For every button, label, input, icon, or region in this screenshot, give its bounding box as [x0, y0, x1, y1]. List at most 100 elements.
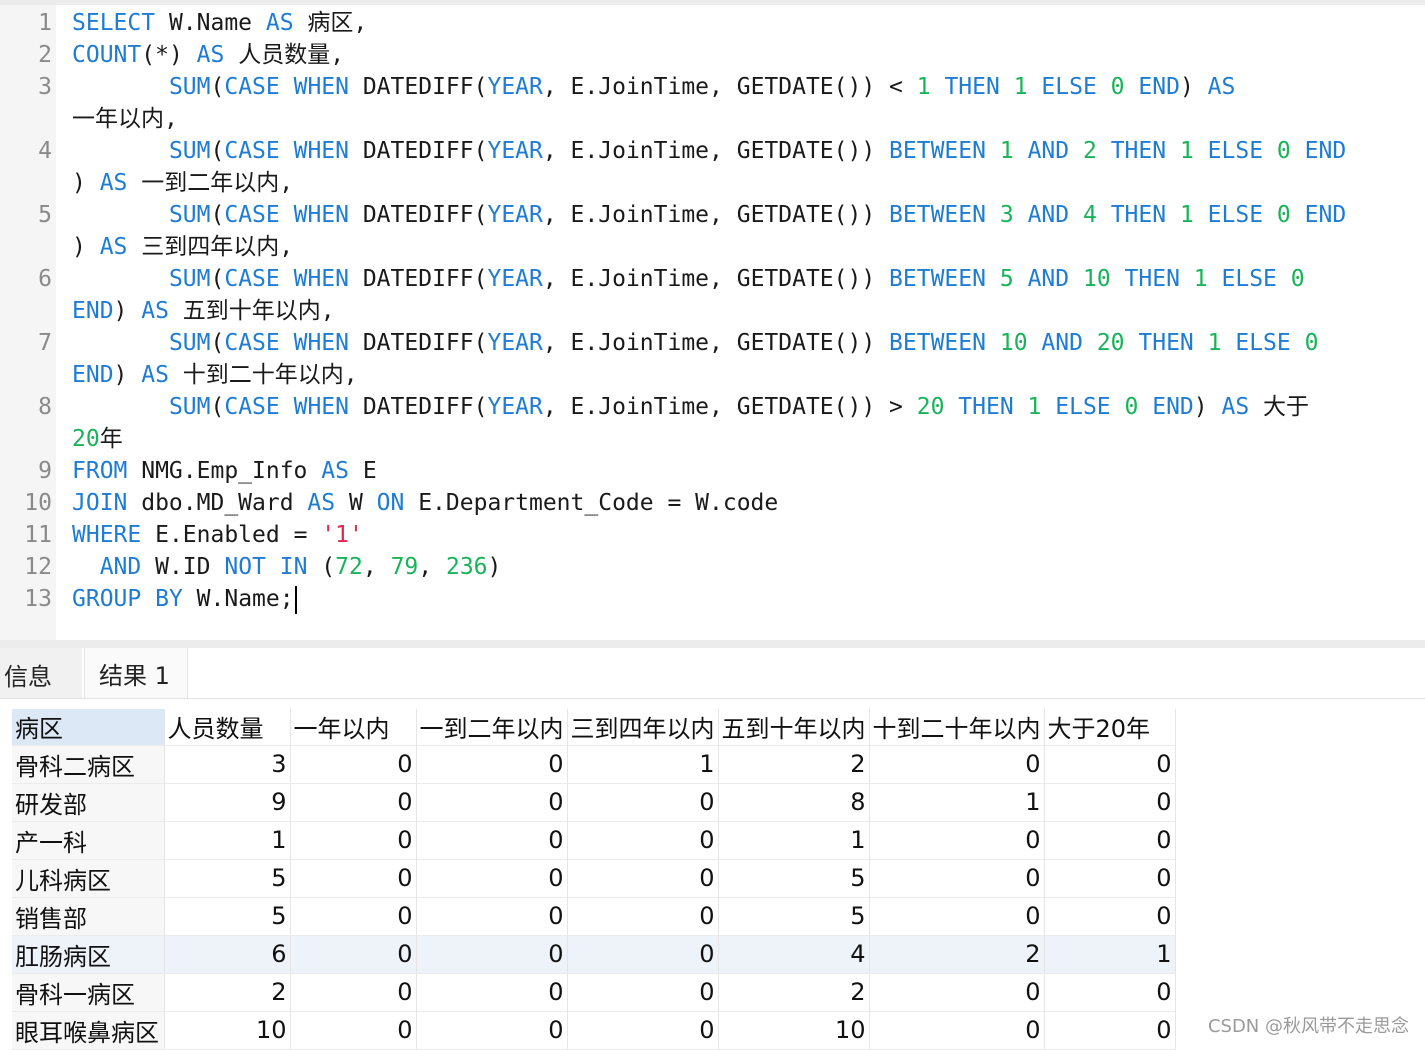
code-text[interactable]: SUM(CASE WHEN DATEDIFF(YEAR, E.JoinTime,… [72, 135, 1346, 167]
ward-name-cell[interactable]: 肛肠病区 [12, 935, 165, 974]
count-cell[interactable]: 0 [869, 859, 1045, 898]
column-header[interactable]: 五到十年以内 [718, 709, 870, 746]
count-cell[interactable]: 1 [164, 821, 291, 860]
code-text[interactable]: 20年 [72, 423, 123, 455]
ward-name-cell[interactable]: 骨科二病区 [12, 745, 165, 784]
code-text[interactable]: 一年以内, [72, 103, 178, 135]
count-cell[interactable]: 0 [1044, 973, 1176, 1012]
count-cell[interactable]: 0 [290, 897, 417, 936]
count-cell[interactable]: 0 [290, 859, 417, 898]
code-line[interactable]: 1 SELECT W.Name AS 病区, [0, 7, 1425, 39]
code-line[interactable]: 5 SUM(CASE WHEN DATEDIFF(YEAR, E.JoinTim… [0, 199, 1425, 231]
tab-info[interactable]: 信息 [0, 648, 82, 698]
count-cell[interactable]: 5 [164, 897, 291, 936]
count-cell[interactable]: 8 [718, 783, 870, 822]
code-line[interactable]: 9 FROM NMG.Emp_Info AS E [0, 455, 1425, 487]
code-text[interactable]: ) AS 三到四年以内, [72, 231, 293, 263]
count-cell[interactable]: 0 [416, 935, 568, 974]
count-cell[interactable]: 0 [1044, 859, 1176, 898]
sql-editor[interactable]: 1 SELECT W.Name AS 病区, 2 COUNT(*) AS 人员数量, 3… [0, 0, 1425, 646]
table-row[interactable]: 儿科病区 5 0 0 0 5 0 0 [12, 859, 1176, 898]
count-cell[interactable]: 0 [1044, 821, 1176, 860]
count-cell[interactable]: 1 [718, 821, 870, 860]
count-cell[interactable]: 0 [416, 1011, 568, 1050]
code-text[interactable]: SUM(CASE WHEN DATEDIFF(YEAR, E.JoinTime,… [72, 263, 1305, 295]
count-cell[interactable]: 10 [164, 1011, 291, 1050]
count-cell[interactable]: 10 [718, 1011, 870, 1050]
count-cell[interactable]: 0 [416, 859, 568, 898]
code-line[interactable]: 13 GROUP BY W.Name; [0, 583, 1425, 615]
count-cell[interactable]: 2 [718, 973, 870, 1012]
code-text[interactable]: SUM(CASE WHEN DATEDIFF(YEAR, E.JoinTime,… [72, 71, 1235, 103]
count-cell[interactable]: 0 [290, 973, 417, 1012]
count-cell[interactable]: 1 [1044, 935, 1176, 974]
count-cell[interactable]: 5 [718, 859, 870, 898]
count-cell[interactable]: 0 [567, 821, 719, 860]
count-cell[interactable]: 0 [869, 1011, 1045, 1050]
count-cell[interactable]: 1 [567, 745, 719, 784]
code-line[interactable]: 7 SUM(CASE WHEN DATEDIFF(YEAR, E.JoinTim… [0, 327, 1425, 359]
code-line[interactable]: 4 SUM(CASE WHEN DATEDIFF(YEAR, E.JoinTim… [0, 135, 1425, 167]
code-text[interactable]: SUM(CASE WHEN DATEDIFF(YEAR, E.JoinTime,… [72, 391, 1309, 423]
column-header[interactable]: 一到二年以内 [416, 709, 568, 746]
column-header[interactable]: 十到二十年以内 [869, 709, 1045, 746]
count-cell[interactable]: 2 [164, 973, 291, 1012]
code-text[interactable]: SELECT W.Name AS 病区, [72, 7, 367, 39]
code-text[interactable]: JOIN dbo.MD_Ward AS W ON E.Department_Co… [72, 487, 778, 519]
count-cell[interactable]: 0 [869, 745, 1045, 784]
code-text[interactable]: ) AS 一到二年以内, [72, 167, 293, 199]
column-header[interactable]: 大于20年 [1044, 709, 1176, 746]
code-text[interactable]: GROUP BY W.Name; [72, 583, 297, 615]
code-line[interactable]: 11 WHERE E.Enabled = '1' [0, 519, 1425, 551]
table-row[interactable]: 眼耳喉鼻病区 10 0 0 0 10 0 0 [12, 1011, 1176, 1050]
count-cell[interactable]: 0 [567, 935, 719, 974]
code-text[interactable]: COUNT(*) AS 人员数量, [72, 39, 344, 71]
column-header[interactable]: 三到四年以内 [567, 709, 719, 746]
editor-splitter[interactable] [0, 640, 1425, 648]
count-cell[interactable]: 0 [869, 973, 1045, 1012]
count-cell[interactable]: 0 [567, 1011, 719, 1050]
ward-name-cell[interactable]: 销售部 [12, 897, 165, 936]
count-cell[interactable]: 0 [1044, 1011, 1176, 1050]
count-cell[interactable]: 5 [164, 859, 291, 898]
code-line[interactable]: END) AS 十到二十年以内, [0, 359, 1425, 391]
count-cell[interactable]: 9 [164, 783, 291, 822]
table-row[interactable]: 骨科二病区 3 0 0 1 2 0 0 [12, 745, 1176, 784]
count-cell[interactable]: 3 [164, 745, 291, 784]
count-cell[interactable]: 0 [869, 897, 1045, 936]
count-cell[interactable]: 0 [416, 783, 568, 822]
count-cell[interactable]: 2 [869, 935, 1045, 974]
count-cell[interactable]: 0 [869, 821, 1045, 860]
count-cell[interactable]: 0 [416, 897, 568, 936]
count-cell[interactable]: 4 [718, 935, 870, 974]
code-line[interactable]: ) AS 三到四年以内, [0, 231, 1425, 263]
count-cell[interactable]: 0 [567, 859, 719, 898]
code-text[interactable]: SUM(CASE WHEN DATEDIFF(YEAR, E.JoinTime,… [72, 327, 1319, 359]
count-cell[interactable]: 0 [567, 783, 719, 822]
table-row[interactable]: 销售部 5 0 0 0 5 0 0 [12, 897, 1176, 936]
count-cell[interactable]: 5 [718, 897, 870, 936]
count-cell[interactable]: 0 [416, 973, 568, 1012]
code-text[interactable]: END) AS 十到二十年以内, [72, 359, 358, 391]
ward-name-cell[interactable]: 产一科 [12, 821, 165, 860]
result-grid[interactable]: 病区 人员数量 一年以内 一到二年以内 三到四年以内 五到十年以内 十到二十年以内 大于20年… [12, 709, 1176, 1050]
count-cell[interactable]: 0 [567, 897, 719, 936]
column-header[interactable]: 病区 [12, 709, 165, 746]
code-line[interactable]: ) AS 一到二年以内, [0, 167, 1425, 199]
count-cell[interactable]: 0 [1044, 897, 1176, 936]
ward-name-cell[interactable]: 眼耳喉鼻病区 [12, 1011, 165, 1050]
count-cell[interactable]: 0 [1044, 745, 1176, 784]
code-text[interactable]: WHERE E.Enabled = '1' [72, 519, 363, 551]
count-cell[interactable]: 0 [290, 935, 417, 974]
count-cell[interactable]: 1 [869, 783, 1045, 822]
count-cell[interactable]: 0 [290, 1011, 417, 1050]
code-text[interactable]: FROM NMG.Emp_Info AS E [72, 455, 377, 487]
ward-name-cell[interactable]: 骨科一病区 [12, 973, 165, 1012]
code-line[interactable]: 12 AND W.ID NOT IN (72, 79, 236) [0, 551, 1425, 583]
count-cell[interactable]: 2 [718, 745, 870, 784]
tab-result-1[interactable]: 结果 1 [84, 648, 188, 698]
code-line[interactable]: 20年 [0, 423, 1425, 455]
code-line[interactable]: 8 SUM(CASE WHEN DATEDIFF(YEAR, E.JoinTim… [0, 391, 1425, 423]
code-line[interactable]: 10 JOIN dbo.MD_Ward AS W ON E.Department_… [0, 487, 1425, 519]
code-line[interactable]: 6 SUM(CASE WHEN DATEDIFF(YEAR, E.JoinTim… [0, 263, 1425, 295]
